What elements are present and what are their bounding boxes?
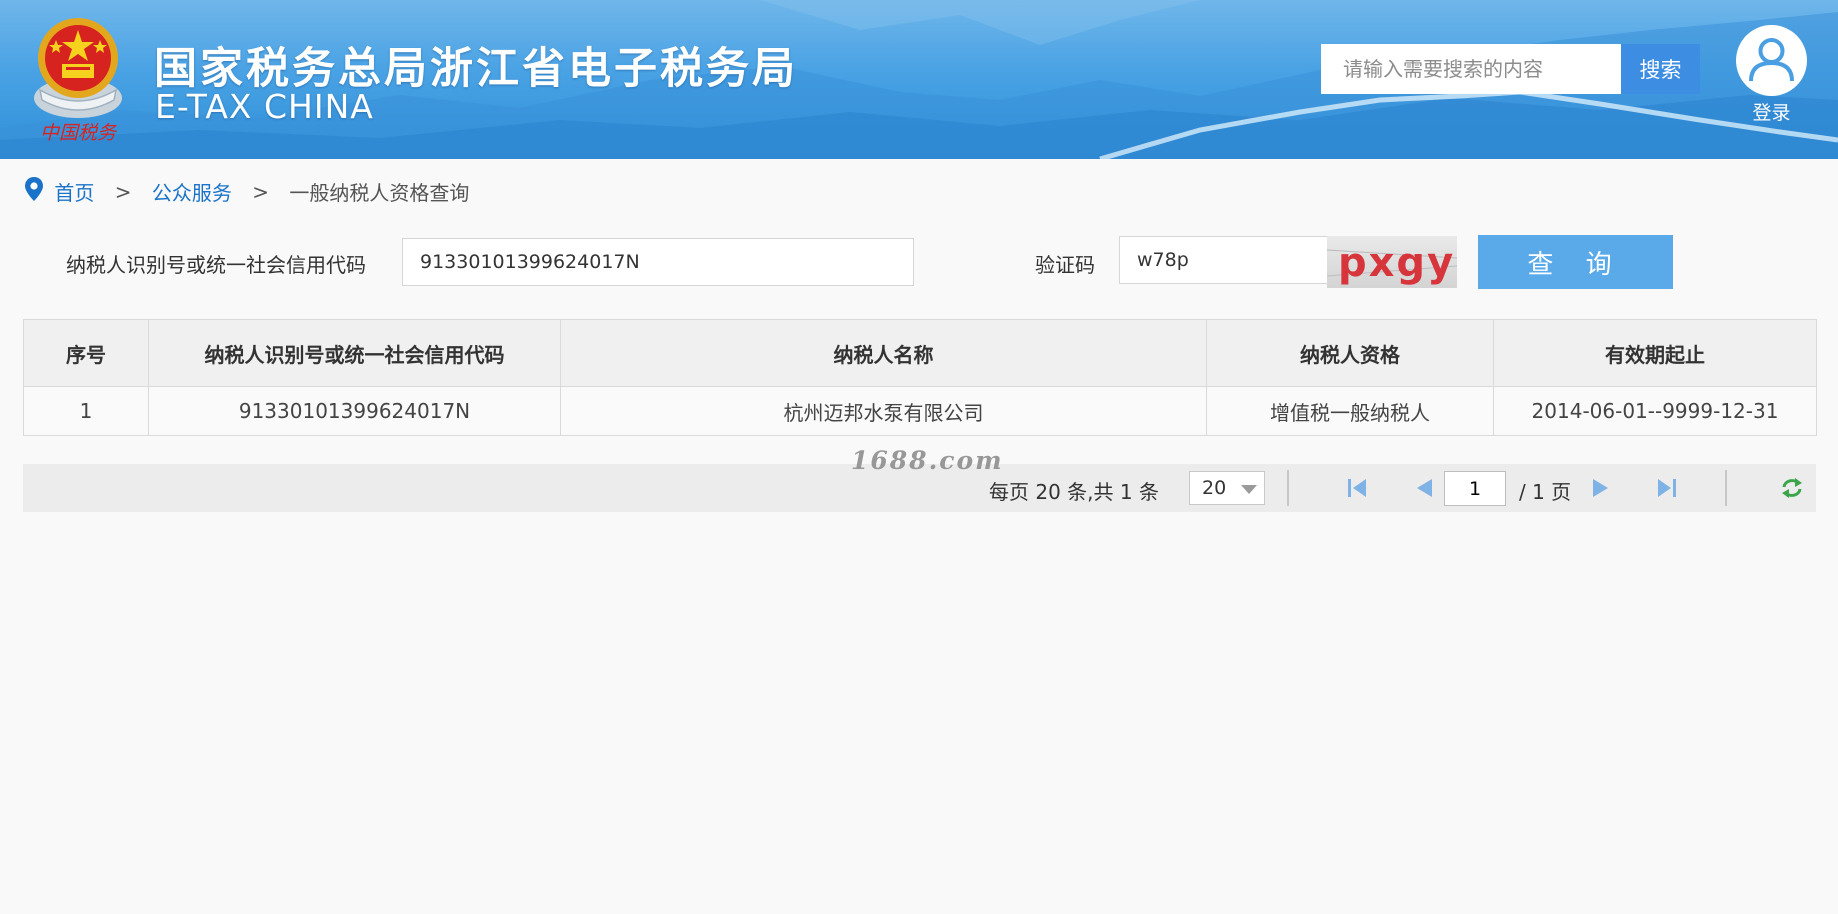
column-header-qualification: 纳税人资格 — [1206, 319, 1494, 387]
breadcrumb-separator: > — [252, 179, 269, 204]
user-icon — [1749, 38, 1794, 82]
location-pin-icon — [24, 176, 48, 207]
search-input[interactable] — [1321, 44, 1621, 94]
column-header-validity: 有效期起止 — [1493, 319, 1817, 387]
first-page-icon[interactable] — [1345, 477, 1369, 499]
captcha-input[interactable] — [1119, 236, 1329, 284]
pager-divider — [1287, 470, 1289, 506]
next-page-icon[interactable] — [1589, 477, 1613, 499]
cell-taxpayer-id: 91330101399624017N — [148, 386, 561, 436]
watermark: 1688.com — [851, 446, 1004, 475]
cell-taxpayer-name: 杭州迈邦水泵有限公司 — [560, 386, 1207, 436]
table-row: 1 91330101399624017N 杭州迈邦水泵有限公司 增值税一般纳税人… — [23, 386, 1817, 436]
pagination-info: 每页 20 条,共 1 条 — [989, 480, 1159, 504]
site-subtitle: E-TAX CHINA — [155, 87, 374, 126]
last-page-icon[interactable] — [1655, 477, 1679, 499]
tax-emblem-logo: 中国税务 — [34, 18, 122, 144]
captcha-text: pxgy — [1338, 240, 1456, 286]
query-button[interactable]: 查 询 — [1478, 235, 1673, 289]
column-header-taxpayer-id: 纳税人识别号或统一社会信用代码 — [148, 319, 561, 387]
cell-index: 1 — [23, 386, 149, 436]
breadcrumb: 首页 > 公众服务 > 一般纳税人资格查询 — [24, 176, 469, 205]
site-header: 中国税务 国家税务总局浙江省电子税务局 E-TAX CHINA 搜索 登录 — [0, 0, 1838, 159]
page-size-select[interactable]: 20 — [1189, 471, 1265, 505]
column-header-index: 序号 — [23, 319, 149, 387]
page-size-value: 20 — [1202, 477, 1227, 499]
total-pages: / 1 页 — [1519, 480, 1572, 504]
pager-divider — [1725, 470, 1727, 506]
breadcrumb-current: 一般纳税人资格查询 — [289, 181, 470, 205]
current-page-input[interactable] — [1444, 471, 1506, 506]
cell-validity: 2014-06-01--9999-12-31 — [1493, 386, 1817, 436]
prev-page-icon[interactable] — [1412, 477, 1436, 499]
breadcrumb-separator: > — [114, 179, 132, 204]
taxpayer-id-input[interactable] — [402, 238, 914, 286]
login-avatar[interactable] — [1736, 25, 1807, 96]
breadcrumb-public-services[interactable]: 公众服务 — [152, 177, 232, 206]
cell-qualification: 增值税一般纳税人 — [1206, 386, 1494, 436]
breadcrumb-home[interactable]: 首页 — [54, 177, 94, 206]
captcha-image[interactable]: pxgy — [1327, 236, 1457, 288]
logo-text: 中国税务 — [40, 122, 118, 144]
taxpayer-id-label: 纳税人识别号或统一社会信用代码 — [66, 253, 366, 277]
refresh-icon[interactable] — [1780, 477, 1804, 499]
column-header-taxpayer-name: 纳税人名称 — [560, 319, 1207, 387]
table-header-row: 序号 纳税人识别号或统一社会信用代码 纳税人名称 纳税人资格 有效期起止 — [23, 319, 1817, 387]
results-table: 序号 纳税人识别号或统一社会信用代码 纳税人名称 纳税人资格 有效期起止 1 9… — [23, 319, 1817, 436]
search-button[interactable]: 搜索 — [1621, 44, 1700, 94]
login-link[interactable]: 登录 — [1736, 98, 1807, 125]
chevron-down-icon — [1241, 485, 1257, 494]
captcha-label: 验证码 — [1035, 253, 1095, 277]
